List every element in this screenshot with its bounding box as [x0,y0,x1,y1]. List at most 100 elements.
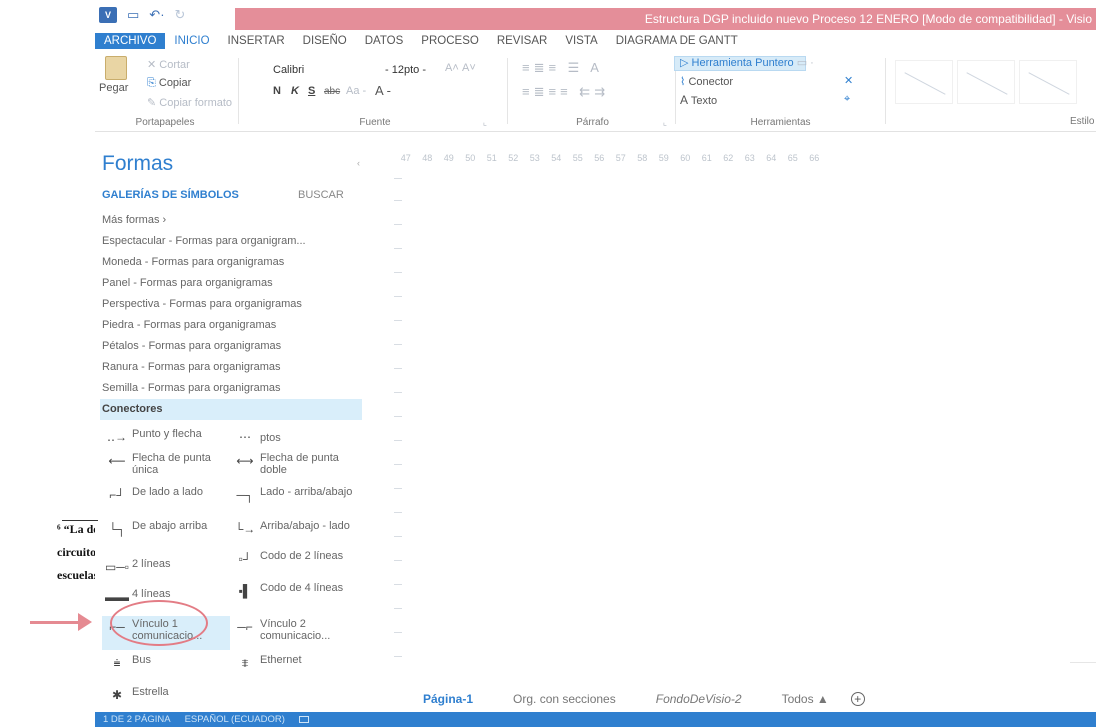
page-tab[interactable]: FondoDeVisio-2 [656,692,742,706]
style-thumbnail[interactable] [1019,60,1077,104]
vertical-ruler [386,166,410,686]
copy-button[interactable]: ⎘ Copiar [147,77,191,90]
pointer-tool-button[interactable]: ▷ Herramienta Puntero ▭ · [680,56,814,69]
scrollbar-track[interactable] [1070,662,1096,663]
stencil-item[interactable]: Moneda - Formas para organigramas [102,252,360,273]
page-tab[interactable]: Org. con secciones [513,692,616,706]
font-shrink-button[interactable]: A˅ [462,62,476,74]
font-group: Calibri - 12pto - A˄ A˅ N K S abc Aa - A… [245,52,505,132]
italic-button[interactable]: K [291,85,299,97]
undo-icon[interactable]: ↶· [149,7,164,23]
shape-item[interactable]: ⌐┘ De lado a lado [102,484,230,518]
page-tab[interactable]: Página-1 [423,692,473,706]
elbow-two-lines-icon: ▫┘ [238,552,252,566]
stencil-item[interactable]: Panel - Formas para organigramas [102,273,360,294]
all-pages-tab[interactable]: Todos ▲ [782,692,829,706]
shape-item[interactable]: ▫┘ Codo de 2 líneas [230,548,358,582]
paragraph-group-label: Párrafo [576,117,609,128]
cut-button[interactable]: ✕ Cortar [147,58,190,71]
tools-group-label: Herramientas [750,117,811,128]
text-tool-button[interactable]: A Texto [680,93,717,107]
font-grow-button[interactable]: A˄ [445,62,459,74]
stencil-item-conectores[interactable]: Conectores [100,399,362,420]
stencil-item[interactable]: Espectacular - Formas para organigram... [102,231,360,252]
redo-icon[interactable]: ↻ [175,7,186,23]
tab-revisar[interactable]: REVISAR [488,33,557,49]
star-icon: ✱ [111,688,123,702]
ethernet-icon: ⩨ [241,655,249,670]
align-top-icons[interactable]: ≡≣≡ ☰ A [522,60,603,76]
font-color-button[interactable]: A - [375,83,391,98]
quick-access-toolbar: V ▭ ↶· ↻ [95,0,235,30]
style-thumbnail[interactable] [895,60,953,104]
connector-tool-button[interactable]: ⌇ Conector [680,75,733,88]
link-2-icon: ─⌐ [237,620,253,634]
double-arrow-icon: ⟷ [236,454,254,468]
shape-item[interactable]: ⟷ Flecha de punta doble [230,450,358,484]
tab-diseno[interactable]: DISEÑO [294,33,356,49]
tab-vista[interactable]: VISTA [556,33,606,49]
ribbon: Pegar ✕ Cortar ⎘ Copiar ✎ Copiar formato… [95,52,1096,132]
dot-arrow-icon: ‥→ [106,430,127,444]
font-dialog-launcher-icon[interactable]: ⌞ [483,117,487,128]
shape-item[interactable]: ▭─▫ 2 líneas [102,556,230,590]
footnote-text: ⁶ “La des [57,522,95,536]
menu-tabs: ARCHIVO INICIO INSERTAR DISEÑO DATOS PRO… [95,31,747,51]
tab-inicio[interactable]: INICIO [165,33,218,49]
paragraph-group: ≡≣≡ ☰ A ≡≣≡≡ ⇇⇉ Párrafo ⌞ [510,52,675,132]
shapes-panel-title: Formas [102,152,174,175]
shape-item[interactable]: ─⌐ Vínculo 2 comunicacio... [230,616,358,650]
footnote-text: circuito. [57,545,95,559]
updown-side-icon: └→ [234,522,256,536]
shape-item[interactable]: ⩨ Ethernet [230,652,358,686]
font-size-select[interactable]: - 12pto - [385,64,426,76]
shape-item[interactable]: ⟵ Flecha de punta única [102,450,230,484]
bold-button[interactable]: N [273,85,281,97]
stencil-item[interactable]: Piedra - Formas para organigramas [102,315,360,336]
style-thumbnail[interactable] [957,60,1015,104]
tab-search[interactable]: BUSCAR [298,189,344,201]
delete-connector-icon[interactable]: ✕ [844,74,853,87]
stencil-item[interactable]: Pétalos - Formas para organigramas [102,336,360,357]
font-family-select[interactable]: Calibri [273,64,304,76]
more-shapes-item[interactable]: Más formas › [102,210,360,231]
status-bar: 1 DE 2 PÁGINA ESPAÑOL (ECUADOR) [95,712,1096,727]
shape-item[interactable]: ─┐ Lado - arriba/abajo [230,484,358,518]
shape-item[interactable]: └→ Arriba/abajo - lado [230,518,358,552]
chevron-right-icon: › [162,214,167,226]
page-indicator[interactable]: 1 DE 2 PÁGINA [103,714,171,725]
format-painter-button[interactable]: ✎ Copiar formato [147,96,232,109]
shape-item[interactable]: └┐ De abajo arriba [102,518,230,552]
stencil-item[interactable]: Perspectiva - Formas para organigramas [102,294,360,315]
tab-datos[interactable]: DATOS [356,33,413,49]
stencil-item[interactable]: Semilla - Formas para organigramas [102,378,360,399]
align-text-icons[interactable]: ≡≣≡≡ ⇇⇉ [522,84,609,100]
text-icon: A [680,93,689,107]
paste-button[interactable]: Pegar [99,82,128,94]
position-icon[interactable]: ⌖ [844,93,850,106]
paragraph-dialog-launcher-icon[interactable]: ⌞ [663,117,667,128]
language-indicator[interactable]: ESPAÑOL (ECUADOR) [185,714,285,725]
shape-item[interactable]: ⩧ Bus [102,652,230,686]
dots-connector-icon: ⋯ [239,430,251,444]
paste-icon[interactable] [105,56,127,80]
stencil-item[interactable]: Ranura - Formas para organigramas [102,357,360,378]
tab-stencils[interactable]: GALERÍAS DE SÍMBOLOS [102,189,239,201]
copy-icon: ⎘ [147,77,156,89]
collapse-panel-icon[interactable]: ‹ [357,158,360,168]
tab-archivo[interactable]: ARCHIVO [95,33,166,49]
strikethrough-button[interactable]: abc [324,86,340,97]
stencil-list: Más formas › Espectacular - Formas para … [100,210,362,420]
clipboard-group: Pegar ✕ Cortar ⎘ Copiar ✎ Copiar formato… [95,52,235,132]
tab-insertar[interactable]: INSERTAR [219,33,294,49]
tab-diagrama-gantt[interactable]: DIAGRAMA DE GANTT [607,33,747,49]
underline-button[interactable]: S [308,85,315,97]
save-icon[interactable]: ▭ [127,7,139,23]
change-case-button[interactable]: Aa - [346,85,366,97]
add-page-icon[interactable]: + [850,692,865,706]
tab-proceso[interactable]: PROCESO [412,33,488,49]
footnote-rule [62,520,98,521]
macro-icon[interactable] [298,716,309,723]
horizontal-ruler: 47 48 49 50 51 52 53 54 55 56 57 58 59 60 61 62 63 64 65 66 [400,153,820,163]
shape-item[interactable]: ▪▌ Codo de 4 líneas [230,580,358,614]
